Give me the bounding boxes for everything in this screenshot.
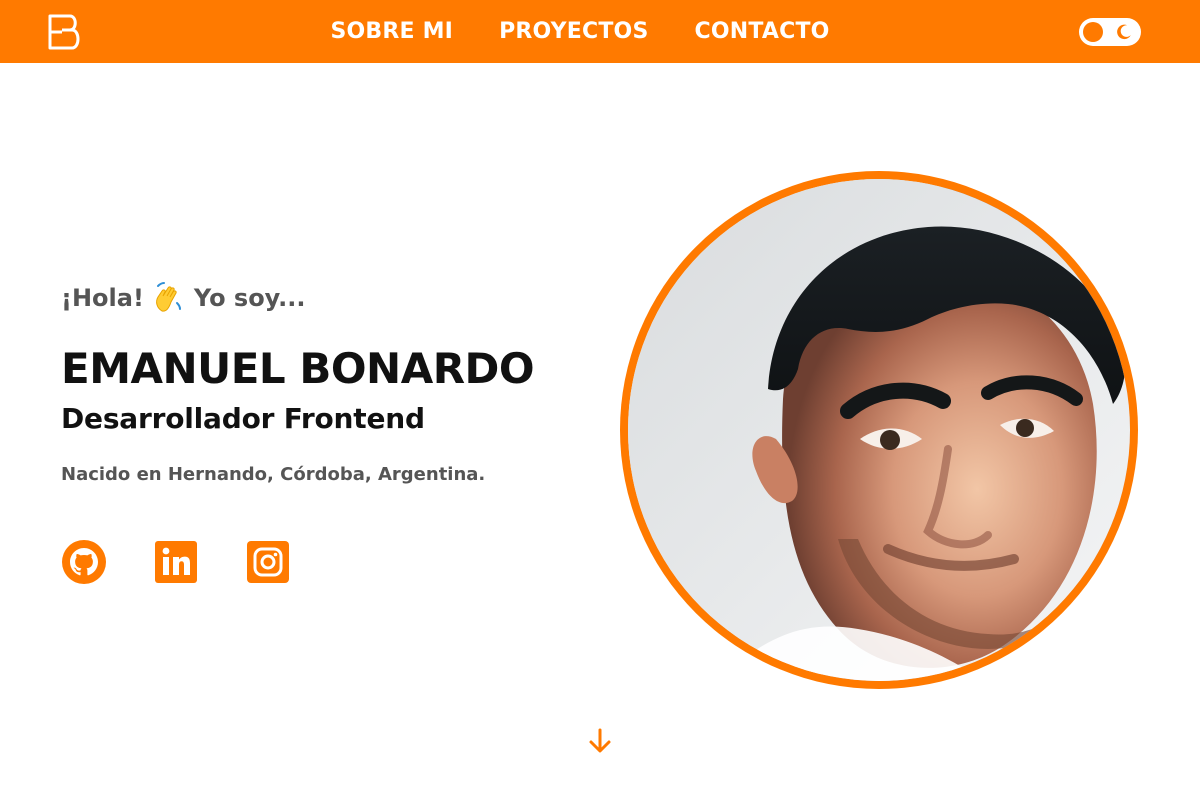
profile-photo-ring (620, 171, 1138, 689)
waving-hand-icon (156, 282, 181, 312)
nav-link-sobre-mi[interactable]: SOBRE MI (330, 0, 453, 63)
hero-role: Desarrollador Frontend (61, 402, 425, 435)
linkedin-icon[interactable] (153, 539, 199, 585)
theme-toggle[interactable] (1079, 18, 1141, 46)
arrow-down-icon[interactable] (585, 726, 615, 756)
profile-photo-illustration (628, 179, 1130, 681)
hero-name: EMANUEL BONARDO (61, 344, 535, 393)
nav-link-contacto[interactable]: CONTACTO (695, 0, 830, 63)
main-nav: SOBRE MI PROYECTOS CONTACTO (0, 0, 1200, 63)
social-links (61, 539, 291, 585)
moon-icon (1117, 24, 1131, 40)
github-icon[interactable] (61, 539, 107, 585)
greeting: ¡Hola! Yo soy... (61, 281, 305, 315)
page: SOBRE MI PROYECTOS CONTACTO ¡Hola! Yo so… (0, 0, 1200, 800)
greeting-text-2: Yo soy... (193, 284, 306, 312)
instagram-icon[interactable] (245, 539, 291, 585)
profile-photo (628, 179, 1130, 681)
toggle-knob (1083, 22, 1103, 42)
top-navbar: SOBRE MI PROYECTOS CONTACTO (0, 0, 1200, 63)
hero-bio: Nacido en Hernando, Córdoba, Argentina. (61, 464, 486, 485)
nav-link-proyectos[interactable]: PROYECTOS (499, 0, 648, 63)
greeting-text: ¡Hola! (61, 284, 144, 312)
